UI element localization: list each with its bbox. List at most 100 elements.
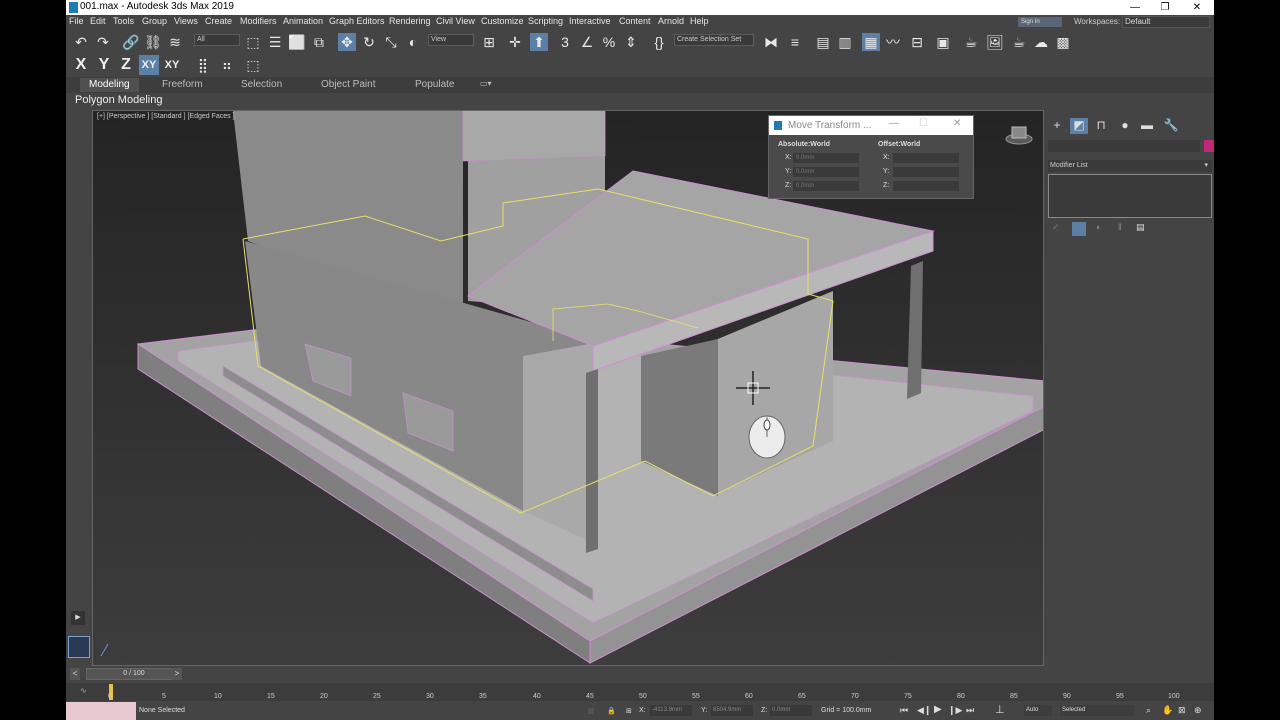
workspaces-dropdown[interactable]: Default — [1122, 16, 1210, 28]
motion-tab-icon[interactable]: ● — [1116, 118, 1134, 134]
dialog-minimize-button[interactable]: — — [889, 118, 899, 129]
spinner-snap-icon[interactable]: ⇕ — [622, 33, 640, 51]
abs-x-spinner[interactable]: 0.0mm — [793, 153, 859, 163]
angle-snap-icon[interactable]: ∠ — [578, 33, 596, 51]
key-filter-dropdown[interactable]: Selected — [1060, 705, 1134, 716]
remove-modifier-icon[interactable]: ǁ — [1118, 222, 1122, 232]
tab-selection[interactable]: Selection — [241, 79, 282, 90]
schematic-view-icon[interactable]: ⊟ — [908, 33, 926, 51]
time-slider[interactable]: 0 / 100 — [86, 668, 182, 680]
select-by-name-icon[interactable]: ☰ — [266, 33, 284, 51]
offset-z-spinner[interactable] — [893, 181, 959, 191]
offset-y-spinner[interactable] — [893, 167, 959, 177]
play-icon[interactable]: ▶ — [934, 704, 942, 715]
utilities-tab-icon[interactable]: 🔧 — [1162, 118, 1180, 134]
link-icon[interactable]: 🔗 — [122, 33, 140, 51]
menu-group[interactable]: Group — [142, 16, 167, 26]
menu-interactive[interactable]: Interactive — [569, 16, 611, 26]
menu-file[interactable]: File — [69, 16, 84, 26]
object-color-swatch[interactable] — [1204, 140, 1214, 152]
bind-space-warp-icon[interactable]: ≋ — [166, 33, 184, 51]
curve-editor-mini-icon[interactable]: ∿ — [80, 686, 87, 695]
next-frame-icon[interactable]: ❙▶ — [948, 705, 962, 716]
goto-end-icon[interactable]: ⏭ — [966, 705, 974, 716]
tab-object-paint[interactable]: Object Paint — [321, 79, 375, 90]
menu-scripting[interactable]: Scripting — [528, 16, 563, 26]
window-crossing-icon[interactable]: ⧉ — [310, 33, 328, 51]
offset-x-spinner[interactable] — [893, 153, 959, 163]
auto-key-button[interactable]: Auto — [1024, 705, 1052, 716]
select-manipulate-icon[interactable]: ✛ — [506, 33, 524, 51]
abs-y-spinner[interactable]: 0.0mm — [793, 167, 859, 177]
undo-icon[interactable]: ↶ — [72, 33, 90, 51]
menu-arnold[interactable]: Arnold — [658, 16, 684, 26]
hierarchy-tab-icon[interactable]: ⊓ — [1092, 118, 1110, 134]
status-x-field[interactable]: -4113.9mm — [650, 705, 692, 716]
tab-populate[interactable]: Populate — [415, 79, 454, 90]
dialog-maximize-button[interactable]: ☐ — [919, 118, 928, 129]
display-tab-icon[interactable]: ▬ — [1138, 118, 1156, 134]
layer-explorer-icon[interactable]: ▤ — [814, 33, 832, 51]
dialog-close-button[interactable]: ✕ — [953, 118, 961, 129]
axis-z-button[interactable]: Z — [116, 55, 136, 75]
redo-icon[interactable]: ↷ — [94, 33, 112, 51]
unlink-icon[interactable]: ⛓ — [144, 33, 162, 51]
maxscript-listener[interactable] — [66, 702, 136, 720]
minimize-button[interactable]: — — [1120, 0, 1150, 15]
viewport-layout-button[interactable] — [68, 636, 90, 658]
time-prev-icon[interactable]: < — [70, 668, 80, 680]
place-icon[interactable]: ◐ — [404, 33, 422, 51]
axis-xy-button[interactable]: XY — [139, 55, 159, 75]
scale-icon[interactable]: ⤡ — [382, 33, 400, 51]
menu-help[interactable]: Help — [690, 16, 709, 26]
pivot-icon[interactable]: ⊞ — [480, 33, 498, 51]
percent-snap-icon[interactable]: % — [600, 33, 618, 51]
create-tab-icon[interactable]: + — [1048, 118, 1066, 134]
tab-freeform[interactable]: Freeform — [162, 79, 203, 90]
menu-civil-view[interactable]: Civil View — [436, 16, 475, 26]
goto-start-icon[interactable]: ⏮ — [900, 705, 908, 716]
menu-customize[interactable]: Customize — [481, 16, 524, 26]
curve-editor-icon[interactable]: 〰 — [884, 33, 902, 51]
menu-edit[interactable]: Edit — [90, 16, 106, 26]
abs-z-spinner[interactable]: 0.0mm — [793, 181, 859, 191]
snap-grid-icon[interactable]: ⣿ — [194, 56, 212, 74]
edit-named-selection-icon[interactable]: {} — [650, 33, 668, 51]
pan-icon[interactable]: ✋ — [1162, 705, 1173, 716]
rotate-icon[interactable]: ↻ — [360, 33, 378, 51]
render-iterative-icon[interactable]: ☁ — [1032, 33, 1050, 51]
selection-filter-dropdown[interactable]: All — [194, 34, 240, 46]
track-bar[interactable]: ∿ 0 5 10 15 20 25 30 35 40 45 50 55 60 6… — [66, 683, 1214, 701]
menu-tools[interactable]: Tools — [113, 16, 134, 26]
axis-xy-cycle-button[interactable]: XY — [162, 55, 182, 75]
menu-views[interactable]: Views — [174, 16, 198, 26]
modifier-list-dropdown[interactable]: Modifier List ▾ — [1048, 160, 1212, 172]
absolute-mode-icon[interactable]: ⊞ — [626, 707, 632, 715]
move-icon[interactable]: ✥ — [338, 33, 356, 51]
ribbon-options-icon[interactable]: ▭▾ — [480, 79, 492, 88]
render-setup-icon[interactable]: ☕ — [962, 33, 980, 51]
snaps-toggle-icon[interactable]: 3 — [556, 33, 574, 51]
scene-explorer-icon[interactable]: ▦ — [862, 33, 880, 51]
keyboard-shortcut-toggle-icon[interactable]: ⬆ — [530, 33, 548, 51]
selection-lock-icon[interactable]: 🔒 — [607, 707, 616, 715]
array-icon[interactable]: ⠶ — [218, 56, 236, 74]
zoom-extents-icon[interactable]: ⊠ — [1178, 705, 1186, 716]
make-unique-icon[interactable]: ◐ — [1096, 222, 1101, 232]
menu-content[interactable]: Content — [619, 16, 651, 26]
align-icon[interactable]: ≡ — [786, 33, 804, 51]
named-selection-dropdown[interactable]: Create Selection Set — [674, 34, 754, 46]
object-name-field[interactable] — [1048, 140, 1200, 152]
configure-sets-icon[interactable]: ▤ — [1136, 222, 1145, 233]
menu-animation[interactable]: Animation — [283, 16, 323, 26]
modify-tab-icon[interactable]: ◩ — [1070, 118, 1088, 134]
menu-rendering[interactable]: Rendering — [389, 16, 431, 26]
tab-modeling[interactable]: Modeling — [80, 78, 139, 92]
toggle-ribbon-icon[interactable]: ▥ — [836, 33, 854, 51]
menu-graph-editors[interactable]: Graph Editors — [329, 16, 385, 26]
close-button[interactable]: ✕ — [1182, 0, 1212, 15]
mirror-icon[interactable]: ⧓ — [762, 33, 780, 51]
status-z-field[interactable]: 0.0mm — [770, 705, 812, 716]
time-next-icon[interactable]: > — [172, 668, 182, 680]
status-y-field[interactable]: 8504.9mm — [711, 705, 753, 716]
